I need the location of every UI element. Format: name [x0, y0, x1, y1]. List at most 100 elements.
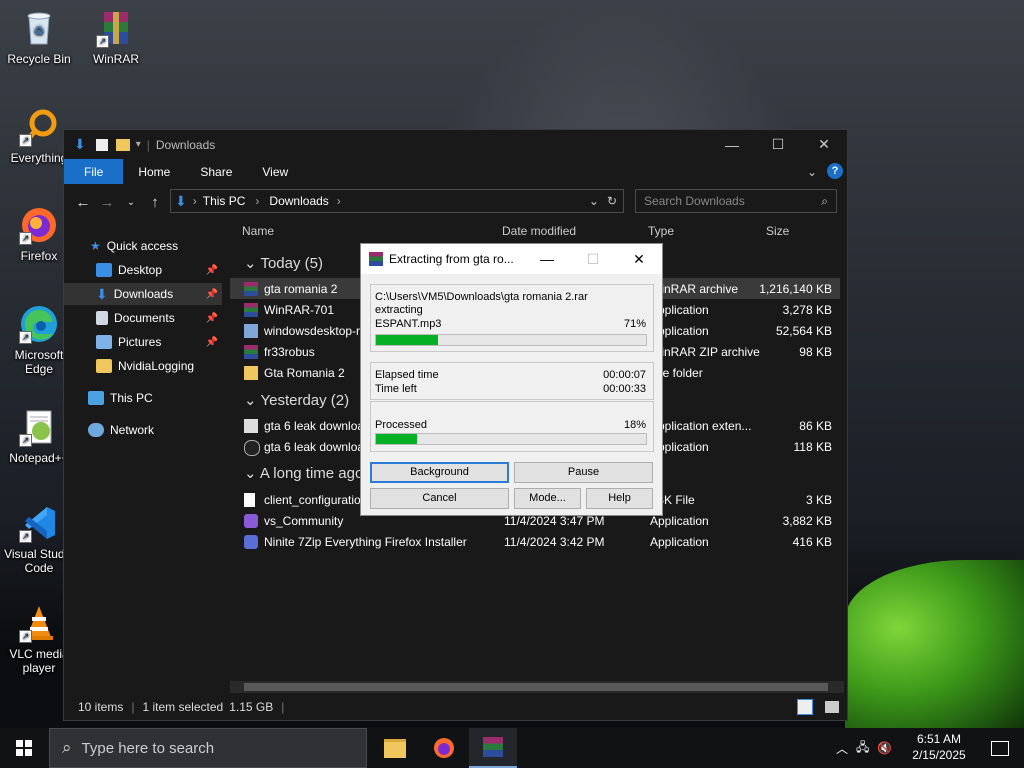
breadcrumb-chevron-icon: › [336, 194, 341, 208]
file-progress-fill [376, 335, 439, 345]
file-name: fr33robus [264, 345, 315, 359]
desktop-icon-winrar[interactable]: ↗ WinRAR [78, 8, 154, 66]
volume-muted-icon[interactable]: 🔇 [877, 741, 892, 755]
taskbar-file-explorer[interactable] [371, 728, 419, 768]
nav-item-network[interactable]: Network [64, 419, 222, 441]
notification-icon [991, 740, 1009, 756]
file-size: 98 KB [799, 345, 832, 359]
dialog-titlebar[interactable]: Extracting from gta ro... — ☐ ✕ [361, 244, 662, 274]
scrollbar-thumb[interactable] [244, 683, 828, 691]
nav-item-downloads[interactable]: ⬇ Downloads 📌 [64, 283, 222, 305]
file-row[interactable]: Ninite 7Zip Everything Firefox Installer… [230, 531, 840, 552]
forward-arrow-icon[interactable]: → [95, 194, 119, 211]
address-dropdown-icon[interactable]: ⌄ [589, 194, 599, 208]
close-button[interactable]: ✕ [801, 130, 847, 159]
tab-view[interactable]: View [247, 159, 303, 184]
background-button[interactable]: Background [370, 462, 509, 483]
elapsed-value: 00:00:07 [603, 369, 646, 381]
maximize-button[interactable]: ☐ [755, 130, 801, 159]
nav-item-label: Downloads [113, 287, 174, 301]
dialog-minimize-button[interactable]: — [524, 244, 570, 274]
show-hidden-icons-icon[interactable]: ︿ [836, 740, 848, 757]
application-icon [244, 440, 260, 456]
nav-item-desktop[interactable]: Desktop 📌 [64, 259, 222, 281]
status-divider: | [281, 700, 285, 714]
column-header-date[interactable]: Date modified [502, 218, 576, 244]
tab-home[interactable]: Home [123, 159, 185, 184]
network-icon[interactable]: 🖧 [856, 738, 869, 759]
dialog-close-button[interactable]: ✕ [616, 244, 662, 274]
group-label: Today (5) [260, 255, 323, 272]
nav-item-quick-access[interactable]: ★ Quick access [64, 235, 222, 257]
search-icon: ⌕ [62, 738, 72, 757]
action-center-button[interactable] [976, 728, 1024, 768]
back-arrow-icon[interactable]: ← [71, 194, 95, 211]
properties-icon[interactable] [95, 138, 108, 151]
tab-share[interactable]: Share [185, 159, 247, 184]
taskbar-search[interactable]: ⌕ Type here to search [49, 728, 367, 768]
mode-button[interactable]: Mode... [514, 488, 581, 509]
help-icon[interactable]: ? [827, 163, 843, 179]
shortcut-arrow-icon: ↗ [19, 530, 32, 543]
address-bar[interactable]: ⬇ › This PC › Downloads › ⌄ ↻ [170, 189, 624, 213]
shortcut-arrow-icon: ↗ [96, 35, 109, 48]
file-date: 11/4/2024 3:42 PM [504, 535, 605, 549]
vscode-icon: ↗ [19, 503, 59, 543]
column-header-type[interactable]: Type [648, 218, 674, 244]
file-size: 1,216,140 KB [759, 282, 832, 296]
column-header-name[interactable]: Name [242, 218, 274, 244]
file-type: WinRAR archive [650, 282, 739, 296]
file-progress-bar [375, 334, 647, 346]
file-name: client_configuratio [264, 493, 361, 507]
tab-file[interactable]: File [64, 159, 124, 184]
desktop-icon-recycle-bin[interactable]: ♻ Recycle Bin [1, 8, 77, 66]
star-icon: ★ [90, 239, 101, 253]
svg-text:♻: ♻ [34, 24, 45, 38]
explorer-titlebar[interactable]: ⬇ ▾ | Downloads — ☐ ✕ [64, 130, 847, 159]
status-divider: | [131, 700, 135, 714]
breadcrumb-chevron-icon: › [255, 194, 260, 208]
help-button[interactable]: Help [586, 488, 653, 509]
dialog-maximize-button: ☐ [586, 250, 600, 267]
nav-item-nvidialogging[interactable]: NvidiaLogging [64, 355, 222, 377]
file-size: 52,564 KB [775, 324, 832, 338]
group-header-long-ago[interactable]: ⌄ A long time ago [244, 464, 363, 482]
pause-button[interactable]: Pause [514, 462, 653, 483]
ninite-icon [244, 535, 258, 549]
column-header-size[interactable]: Size [766, 218, 789, 244]
refresh-icon[interactable]: ↻ [607, 194, 617, 208]
pin-icon: 📌 [205, 288, 218, 300]
extraction-dialog[interactable]: Extracting from gta ro... — ☐ ✕ C:\Users… [360, 243, 663, 516]
ribbon-expand-icon[interactable]: ⌄ [807, 159, 817, 184]
details-view-icon[interactable] [797, 699, 813, 715]
clock[interactable]: 6:51 AM 2/15/2025 [908, 731, 970, 763]
shortcut-arrow-icon: ↗ [19, 630, 32, 643]
large-icons-view-icon[interactable] [825, 701, 839, 713]
folder-icon[interactable] [115, 138, 130, 151]
breadcrumb-chevron-icon: › [192, 194, 197, 208]
nav-item-pictures[interactable]: Pictures 📌 [64, 331, 222, 353]
group-header-yesterday[interactable]: ⌄ Yesterday (2) [244, 391, 349, 409]
group-header-today[interactable]: ⌄ Today (5) [244, 254, 323, 272]
start-button[interactable] [0, 728, 48, 768]
navigation-pane: ★ Quick access Desktop 📌 ⬇ Downloads 📌 D… [64, 227, 222, 692]
search-input[interactable]: Search Downloads [644, 194, 821, 208]
nav-item-documents[interactable]: Documents 📌 [64, 307, 222, 329]
nav-item-label: Quick access [106, 239, 179, 253]
recent-locations-icon[interactable]: ⌄ [119, 197, 143, 208]
quick-access-dropdown-icon[interactable]: ▾ [136, 139, 141, 150]
nav-item-this-pc[interactable]: This PC [64, 387, 222, 409]
desktop-icon-label: WinRAR [92, 52, 139, 66]
taskbar-firefox[interactable] [420, 728, 468, 768]
current-file-name: ESPANT.mp3 [375, 318, 442, 330]
breadcrumb-downloads[interactable]: Downloads [269, 194, 328, 208]
file-icon [244, 493, 255, 507]
minimize-button[interactable]: — [709, 130, 755, 159]
horizontal-scrollbar[interactable] [230, 681, 844, 693]
cancel-button[interactable]: Cancel [370, 488, 509, 509]
search-box[interactable]: Search Downloads ⌕ [635, 189, 837, 213]
taskbar-winrar[interactable] [469, 728, 517, 768]
breadcrumb-this-pc[interactable]: This PC [203, 194, 246, 208]
taskbar-search-input[interactable]: Type here to search [82, 740, 215, 757]
up-arrow-icon[interactable]: ↑ [143, 194, 167, 211]
